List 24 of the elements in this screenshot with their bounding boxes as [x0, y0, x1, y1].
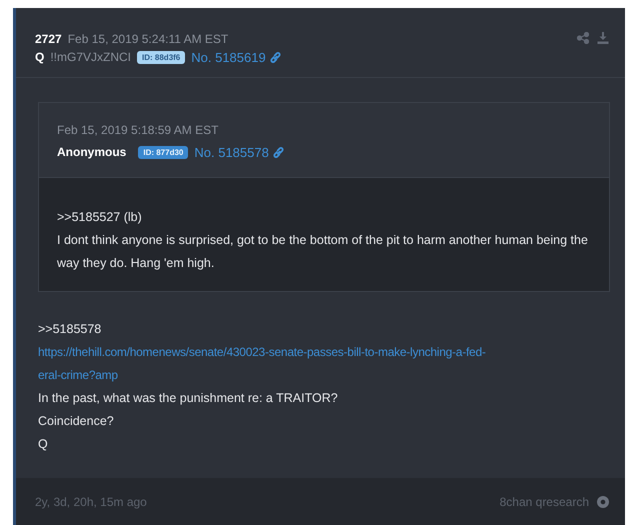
quoted-text: >>5185527 (lb) [57, 209, 143, 226]
post-date: Feb 15, 2019 5:24:11 AM EST [68, 32, 228, 46]
share-icon[interactable] [577, 32, 589, 44]
quoted-date: Feb 15, 2019 5:18:59 AM EST [57, 123, 220, 139]
download-icon[interactable] [597, 32, 609, 44]
author-name: Q [35, 50, 44, 64]
post-link[interactable]: No. 5185619 [191, 50, 266, 64]
settings-icon[interactable] [597, 496, 609, 508]
source-label: 8chan qresearch [500, 494, 589, 508]
post-link[interactable]: No. 5185578 [194, 144, 269, 160]
id-badge: ID: 88d3f6 [137, 50, 186, 64]
id-badge: ID: 877d30 [138, 146, 188, 158]
link-icon[interactable] [268, 50, 282, 64]
post-age: 2y, 3d, 20h, 15m ago [35, 494, 148, 508]
post-number: 2727 [35, 32, 62, 46]
post-text: In the past, what was the punishment re: a TRAITOR? [38, 390, 339, 407]
tripcode: !!mG7VJxZNCI [50, 50, 132, 64]
quoted-author: Anonymous [57, 145, 126, 159]
post-text: Coincidence? [38, 413, 115, 430]
link-icon[interactable] [272, 146, 285, 158]
quoted-text: I dont think anyone is surprised, got to be the bottom of the pit to harm another human being the way they do. Hang 'em high. [57, 232, 589, 272]
post-text: >>5185578 [38, 321, 102, 338]
url-link[interactable]: https://thehill.com/homenews/senate/430023-senate-passes-bill-to-make-lynching-a-fed- eral-crime?amp [38, 341, 612, 387]
post-text: Q [38, 436, 49, 453]
